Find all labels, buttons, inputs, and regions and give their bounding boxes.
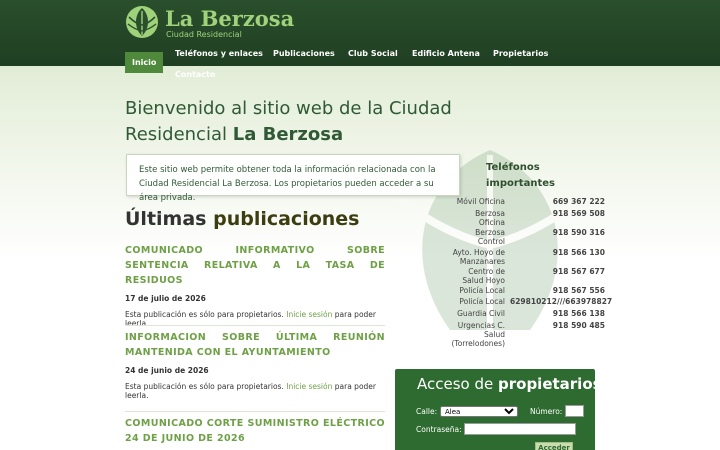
login-title-bold: propietarios <box>498 375 602 393</box>
login-link[interactable]: Inicie sesión <box>286 310 332 319</box>
nav-item-contacto[interactable]: Contacto <box>175 70 215 79</box>
publication-item: INFORMACION SOBRE ÚLTIMA REUNIÓN MANTENI… <box>125 330 385 400</box>
nav-item-telefonos[interactable]: Teléfonos y enlaces <box>175 49 263 58</box>
phone-number: 629810212///663978827 <box>510 297 613 306</box>
page-title: Bienvenido al sitio web de la Ciudad Res… <box>125 96 545 148</box>
publication-divider <box>125 411 385 412</box>
calle-select[interactable]: Alea <box>440 406 518 417</box>
phone-number: 918 566 130 <box>552 248 605 257</box>
phone-label: Centro de Salud Hoyo <box>462 267 505 285</box>
publications-heading-light: Últimas <box>125 208 214 230</box>
brand-subtitle: Ciudad Residencial <box>166 30 242 39</box>
phone-label: Ayto. Hoyo de Manzanares <box>452 248 505 266</box>
publications-heading: Últimas publicaciones <box>125 208 359 230</box>
password-input[interactable] <box>464 423 576 435</box>
brand-title: La Berzosa <box>165 6 295 31</box>
phone-label: Policía Local <box>459 297 505 306</box>
owner-login-panel: Acceso de propietarios Calle: Alea Númer… <box>395 369 602 450</box>
publications-heading-bold: publicaciones <box>213 208 360 230</box>
publication-date: 17 de julio de 2026 <box>125 294 206 303</box>
phone-label: Policía Local <box>459 286 505 295</box>
phone-label: Móvil Oficina <box>456 197 505 206</box>
phone-number: 918 569 508 <box>552 209 605 218</box>
publication-restricted-notice: Esta publicación es sólo para propietari… <box>125 382 385 400</box>
nav-item-edificio-antena[interactable]: Edificio Antena <box>412 49 480 58</box>
intro-box: Este sitio web permite obtener toda la i… <box>126 154 460 203</box>
phone-label: Berzosa Control <box>475 228 505 246</box>
phone-number: 918 566 138 <box>552 309 605 318</box>
notice-text: Esta publicación es sólo para propietari… <box>125 310 287 319</box>
phone-label: Urgencias C. Salud (Torrelodones) <box>451 321 505 348</box>
publication-title[interactable]: COMUNICADO INFORMATIVO SOBRE SENTENCIA R… <box>125 243 385 288</box>
publication-title[interactable]: COMUNICADO CORTE SUMINISTRO ELÉCTRICO 24… <box>125 416 385 446</box>
password-label: Contraseña: <box>416 425 462 434</box>
welcome-bold: La Berzosa <box>232 124 344 145</box>
phone-number: 918 590 316 <box>552 228 605 237</box>
numero-input[interactable] <box>565 405 584 417</box>
calle-label: Calle: <box>416 407 438 416</box>
main-nav: Inicio Teléfonos y enlaces Publicaciones… <box>125 49 685 92</box>
phone-number: 918 567 556 <box>552 286 605 295</box>
phone-number: 669 367 222 <box>552 197 605 206</box>
site-logo[interactable]: La Berzosa Ciudad Residencial <box>125 5 294 41</box>
numero-label: Número: <box>530 407 563 416</box>
login-submit-button[interactable]: Acceder <box>535 442 573 450</box>
phone-label: Guardia Civil <box>457 309 505 318</box>
phone-number: 918 590 485 <box>552 321 605 330</box>
publication-item: COMUNICADO CORTE SUMINISTRO ELÉCTRICO 24… <box>125 416 385 446</box>
notice-text: Esta publicación es sólo para propietari… <box>125 382 287 391</box>
leaf-logo-icon <box>126 6 158 38</box>
nav-item-inicio[interactable]: Inicio <box>125 52 164 73</box>
login-title-light: Acceso de <box>417 375 498 393</box>
phone-label: Berzosa Oficina <box>475 209 505 227</box>
publication-date: 24 de junio de 2026 <box>125 366 209 375</box>
phone-number: 918 567 677 <box>552 267 605 276</box>
login-title: Acceso de propietarios <box>417 375 602 393</box>
login-link[interactable]: Inicie sesión <box>286 382 332 391</box>
nav-item-publicaciones[interactable]: Publicaciones <box>273 49 335 58</box>
phones-title: Teléfonos importantes <box>486 162 555 189</box>
publication-title[interactable]: INFORMACION SOBRE ÚLTIMA REUNIÓN MANTENI… <box>125 330 385 360</box>
publication-item: COMUNICADO INFORMATIVO SOBRE SENTENCIA R… <box>125 243 385 328</box>
publication-divider <box>125 325 385 326</box>
nav-item-club-social[interactable]: Club Social <box>348 49 398 58</box>
nav-item-propietarios[interactable]: Propietarios <box>493 49 548 58</box>
